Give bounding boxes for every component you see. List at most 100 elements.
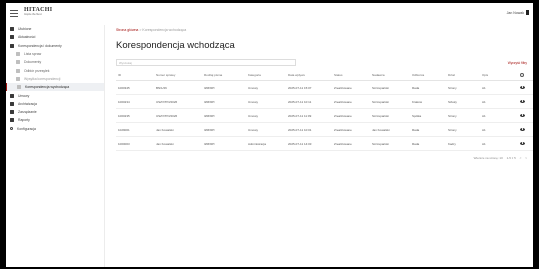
news-icon [10, 35, 14, 40]
view-eye-icon[interactable] [520, 141, 525, 145]
table-cell: Zrealizowane [332, 136, 370, 151]
table-cell: Administracja [246, 136, 286, 151]
column-header[interactable]: Kategoria [246, 70, 286, 81]
sidebar-item-4[interactable]: Dokumenty [6, 58, 104, 66]
sidebar-item-2[interactable]: Korespondencja i dokumenty [6, 42, 104, 50]
table-cell: Zrealizowane [332, 122, 370, 137]
send-icon [16, 76, 20, 81]
view-eye-icon[interactable] [520, 99, 525, 103]
sidebar-item-1[interactable]: Aktualności [6, 33, 104, 41]
table-cell: 2025-07-11 14:03 [286, 136, 332, 151]
column-header[interactable]: ID [116, 70, 154, 81]
table-cell: 1000003 [116, 136, 154, 151]
table-row[interactable]: 1000345 BN/1/26 IZM/9PI Umowy 2025-07-11 15:… [116, 80, 533, 95]
prev-page-button[interactable]: < [520, 156, 522, 160]
grid-icon [10, 27, 14, 32]
sidebar-item-10[interactable]: Zarządzanie [6, 108, 104, 116]
table-cell: A1 [480, 122, 518, 137]
brand-tagline: Inspire the Next [24, 13, 42, 16]
table-cell: Jan Kowalski [154, 122, 202, 137]
table-cell: Szkoły [446, 94, 480, 109]
gear-icon [10, 127, 13, 131]
table-cell: USZ/7/PO/2026 [154, 108, 202, 123]
rows-per-page-select[interactable]: Wiersze na stronę: 10 [474, 156, 503, 160]
sidebar-item-7[interactable]: Korespondencja wychodząca [6, 83, 104, 92]
filter-row: Wyszukaj Wyczyść filtry [116, 59, 533, 67]
sidebar-item-0[interactable]: Ulubione [6, 25, 104, 33]
sidebar-item-label: Wysyłka korespondencji [24, 76, 61, 81]
sidebar-item-label: Lista spraw [24, 52, 42, 57]
search-input[interactable]: Wyszukaj [116, 59, 296, 66]
next-page-button[interactable]: > [525, 156, 527, 160]
sidebar-item-label: Aktualności [18, 35, 36, 40]
row-action-cell [518, 80, 533, 95]
column-header[interactable]: Nadawca [370, 70, 410, 81]
user-menu[interactable]: Jan Nowak [507, 10, 529, 15]
sidebar-item-5[interactable]: Odbiór przesyłek [6, 66, 104, 74]
table-cell: Umowy [246, 94, 286, 109]
brand-logo[interactable]: HITACHI Inspire the Next [24, 7, 52, 16]
main-content: Strona główna > Korespondencja wchodząca… [116, 25, 533, 160]
sidebar-item-label: Korespondencja wychodząca [25, 85, 70, 90]
table-cell: Strony [446, 80, 480, 95]
view-eye-icon[interactable] [520, 113, 525, 117]
app-window: HITACHI Inspire the Next Jan Nowak Ulubi… [6, 3, 533, 267]
sidebar-item-8[interactable]: Umowy [6, 91, 104, 99]
table-cell: Szczepański [370, 108, 410, 123]
page-title: Korespondencja wchodząca [116, 40, 235, 51]
contract-icon [10, 93, 14, 98]
sidebar-item-12[interactable]: Konfiguracja [6, 125, 104, 133]
table-cell: Umowy [246, 80, 286, 95]
table-cell: IZM/9PI [202, 108, 246, 123]
column-header[interactable]: Opis [480, 70, 518, 81]
table-row[interactable]: 1029001 Jan Kowalski IZM/9PI Umowy 2025-07-1… [116, 122, 533, 137]
table-cell: IZM/9PI [202, 122, 246, 137]
breadcrumb-home[interactable]: Strona główna [116, 28, 138, 32]
table-cell: Umowy [246, 108, 286, 123]
reset-filters-link[interactable]: Wyczyść filtry [508, 61, 527, 65]
table-cell: Zrealizowane [332, 108, 370, 123]
table-header-row: ID Numer sprawy Rodzaj pisma Kategoria Data … [116, 70, 533, 81]
view-eye-icon[interactable] [520, 127, 525, 131]
view-eye-icon[interactable] [520, 85, 525, 89]
column-header[interactable]: Odbiorca [410, 70, 446, 81]
column-header[interactable]: Dział [446, 70, 480, 81]
table-cell: Zrealizowane [332, 94, 370, 109]
row-action-cell [518, 94, 533, 109]
column-header[interactable] [518, 70, 533, 81]
menu-icon[interactable] [10, 10, 18, 17]
sidebar-item-label: Korespondencja i dokumenty [18, 43, 62, 48]
table-row[interactable]: 1000003 Jan Kowalski IZM/9PI Administracja 2… [116, 136, 533, 151]
table-cell: Szczepański [370, 136, 410, 151]
column-header[interactable]: Numer sprawy [154, 70, 202, 81]
document-icon [16, 60, 20, 65]
column-header[interactable]: Data wpływu [286, 70, 332, 81]
table-cell: IZM/9PI [202, 136, 246, 151]
page-range: 1-5 z 5 [506, 156, 516, 160]
sidebar-item-label: Dokumenty [24, 60, 42, 65]
sidebar: Ulubione Aktualności Korespondencja i doku… [6, 25, 105, 267]
sidebar-item-3[interactable]: Lista spraw [6, 50, 104, 58]
sidebar-item-11[interactable]: Raporty [6, 116, 104, 124]
table-cell: IZM/9PI [202, 94, 246, 109]
table-row[interactable]: 1000235 USZ/7/PO/2026 IZM/9PI Umowy 2025-07-… [116, 108, 533, 123]
user-name: Jan Nowak [506, 10, 524, 15]
table-cell: Szczepański [370, 94, 410, 109]
table-cell: Spółka [410, 108, 446, 123]
table-cell: 1000234 [116, 94, 154, 109]
sidebar-item-9[interactable]: Archiwizacja [6, 100, 104, 108]
archive-icon [10, 101, 14, 106]
table-cell: Strony [446, 108, 480, 123]
row-action-cell [518, 108, 533, 123]
top-bar: HITACHI Inspire the Next Jan Nowak [6, 3, 533, 25]
sidebar-item-label: Konfiguracja [17, 126, 36, 131]
sidebar-item-6[interactable]: Wysyłka korespondencji [6, 75, 104, 83]
column-settings-icon[interactable] [520, 72, 524, 77]
table-row[interactable]: 1000234 USZ/7/PO/2026 IZM/9PI Umowy 2025-07-… [116, 94, 533, 109]
table-cell: A1 [480, 80, 518, 95]
breadcrumb-current: Korespondencja wchodząca [142, 28, 187, 32]
column-header[interactable]: Rodzaj pisma [202, 70, 246, 81]
table-cell: Kadry [446, 136, 480, 151]
correspondence-table: ID Numer sprawy Rodzaj pisma Kategoria Data … [116, 70, 533, 151]
column-header[interactable]: Status [332, 70, 370, 81]
